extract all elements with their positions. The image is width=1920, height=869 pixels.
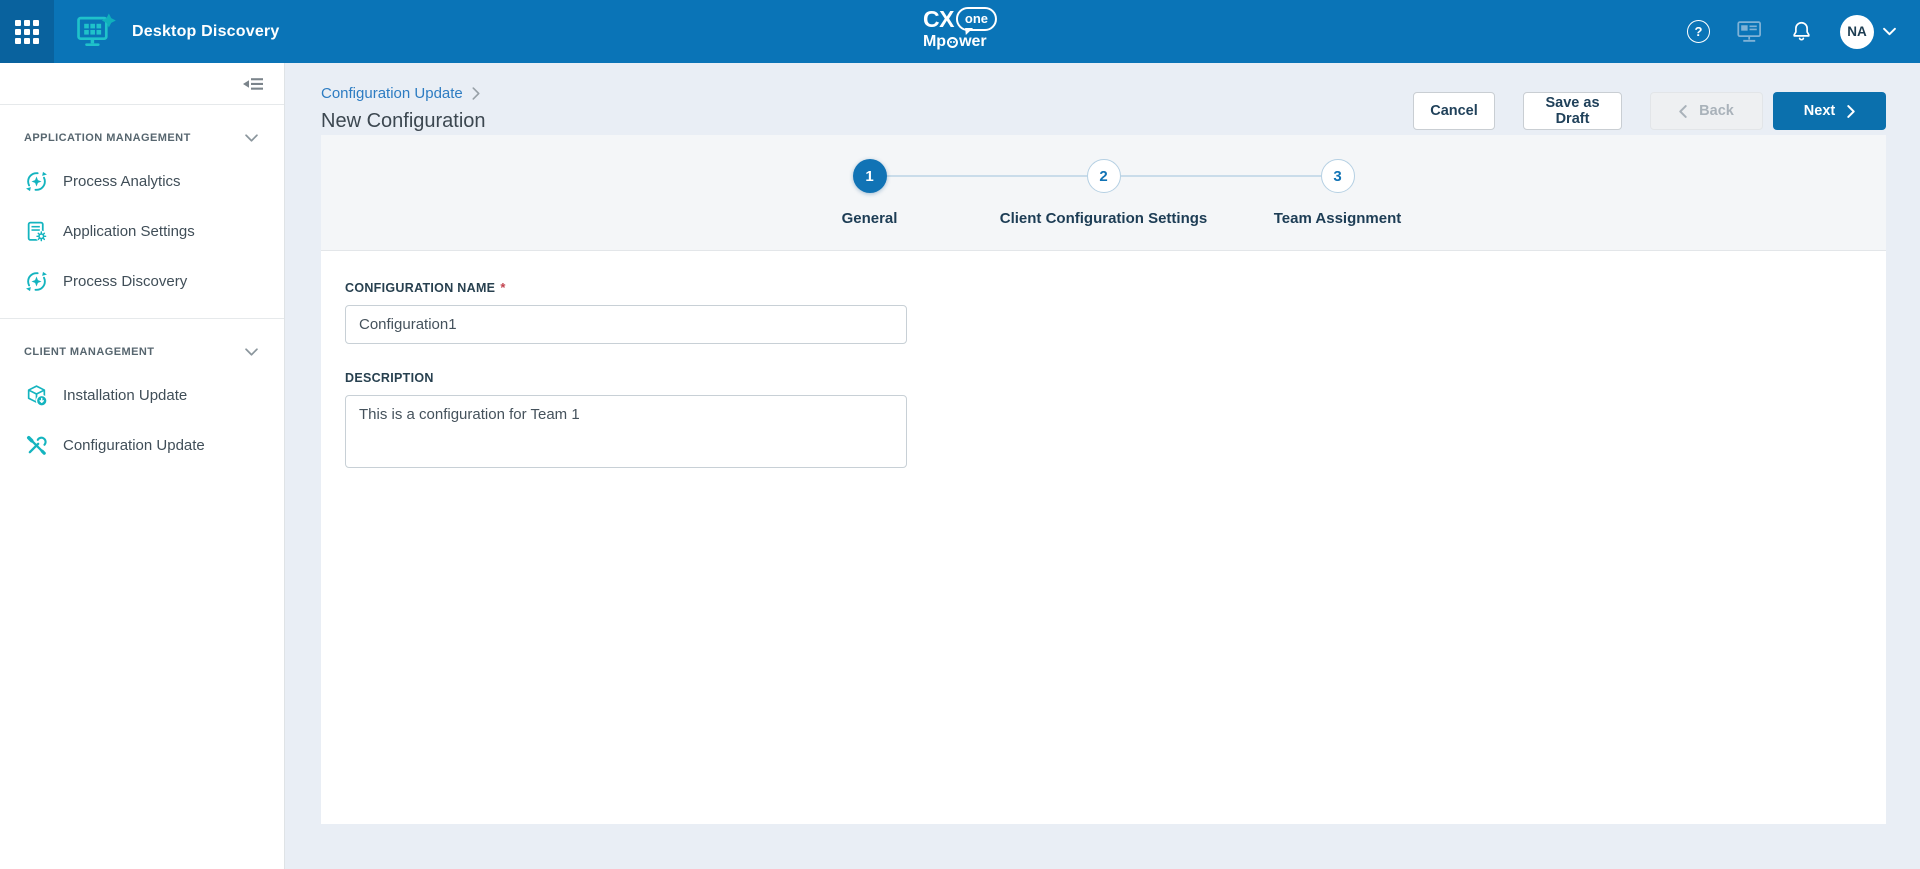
cxone-mpower-logo: CX one Mpwer [923, 7, 997, 50]
step-3-label: Team Assignment [1274, 210, 1402, 227]
breadcrumb-link-configuration-update[interactable]: Configuration Update [321, 85, 463, 102]
wizard-panel: 1 General 2 Client Configuration Setting… [321, 135, 1886, 824]
logo-mpower-start: Mp [923, 34, 946, 50]
configuration-name-input[interactable] [345, 305, 907, 344]
avatar: NA [1840, 15, 1874, 49]
configuration-update-icon [24, 434, 48, 457]
required-asterisk: * [500, 280, 505, 295]
section-header-application-management[interactable]: APPLICATION MANAGEMENT [0, 128, 284, 148]
step-team-assignment: 3 Team Assignment [1321, 159, 1355, 193]
step-1-circle[interactable]: 1 [853, 159, 887, 193]
sidebar-item-installation-update[interactable]: Installation Update [0, 370, 284, 420]
step-client-configuration-settings: 2 Client Configuration Settings [1087, 159, 1121, 193]
collapse-sidebar-icon [243, 76, 264, 92]
chevron-down-icon [1883, 27, 1896, 36]
sidebar-section-application-management: APPLICATION MANAGEMENT Process Analytics [0, 105, 284, 319]
logo-cx-text: CX [923, 8, 954, 31]
breadcrumb: Configuration Update [321, 85, 486, 102]
help-button[interactable]: ? [1687, 20, 1710, 43]
sidebar-item-label: Configuration Update [63, 437, 205, 454]
logo-robot-o-icon [947, 37, 958, 48]
sidebar-item-application-settings[interactable]: Application Settings [0, 206, 284, 256]
page-title: New Configuration [321, 110, 486, 133]
step-2-label: Client Configuration Settings [1000, 210, 1208, 227]
chevron-down-icon [245, 134, 258, 142]
app-launcher-button[interactable] [0, 0, 54, 63]
screen-share-icon [1736, 19, 1763, 44]
app-title: Desktop Discovery [132, 23, 279, 41]
general-form: CONFIGURATION NAME * DESCRIPTION This is… [321, 251, 1886, 468]
next-button[interactable]: Next [1773, 92, 1886, 130]
application-settings-icon [24, 220, 48, 243]
cancel-button[interactable]: Cancel [1413, 92, 1495, 130]
user-menu[interactable]: NA [1840, 15, 1896, 49]
sidebar-item-label: Process Analytics [63, 173, 181, 190]
chevron-down-icon [245, 348, 258, 356]
topbar-actions: ? NA [1687, 15, 1920, 49]
main-content: Configuration Update New Configuration C… [285, 63, 1920, 869]
sidebar-item-label: Process Discovery [63, 273, 187, 290]
step-2-circle[interactable]: 2 [1087, 159, 1121, 193]
section-header-client-management[interactable]: CLIENT MANAGEMENT [0, 342, 284, 362]
description-label: DESCRIPTION [345, 371, 1886, 385]
sidebar-item-process-discovery[interactable]: Process Discovery [0, 256, 284, 306]
sidebar-item-label: Application Settings [63, 223, 195, 240]
notifications-button[interactable] [1789, 19, 1814, 44]
step-3-circle[interactable]: 3 [1321, 159, 1355, 193]
desktop-discovery-app-icon [75, 13, 117, 50]
sidebar-section-client-management: CLIENT MANAGEMENT [0, 319, 284, 470]
topbar: Desktop Discovery CX one Mpwer ? [0, 0, 1920, 63]
action-buttons: Cancel Save as Draft Back Next [1413, 92, 1886, 130]
step-connector [887, 175, 1087, 177]
chevron-right-icon [1847, 105, 1855, 118]
configuration-name-label: CONFIGURATION NAME * [345, 280, 1886, 295]
stepper: 1 General 2 Client Configuration Setting… [321, 135, 1886, 251]
save-as-draft-button[interactable]: Save as Draft [1523, 92, 1622, 130]
description-textarea[interactable]: This is a configuration for Team 1 [345, 395, 907, 468]
waffle-icon [15, 20, 39, 44]
step-general: 1 General [853, 159, 887, 193]
sidebar-item-configuration-update[interactable]: Configuration Update [0, 420, 284, 470]
breadcrumb-chevron-icon [472, 87, 480, 100]
step-connector [1121, 175, 1321, 177]
logo-mpower-end: wer [959, 34, 987, 50]
logo-one-bubble: one [956, 7, 997, 31]
back-button[interactable]: Back [1650, 92, 1763, 130]
screen-share-button[interactable] [1736, 19, 1763, 44]
sidebar-item-process-analytics[interactable]: Process Analytics [0, 156, 284, 206]
sidebar-item-label: Installation Update [63, 387, 187, 404]
process-discovery-icon [24, 270, 48, 293]
bell-icon [1789, 19, 1814, 44]
help-icon: ? [1687, 20, 1710, 43]
process-analytics-icon [24, 170, 48, 193]
collapse-sidebar-button[interactable] [243, 76, 264, 92]
sidebar: APPLICATION MANAGEMENT Process Analytics [0, 63, 285, 869]
chevron-left-icon [1679, 105, 1687, 118]
step-1-label: General [842, 210, 898, 227]
installation-update-icon [24, 384, 48, 407]
